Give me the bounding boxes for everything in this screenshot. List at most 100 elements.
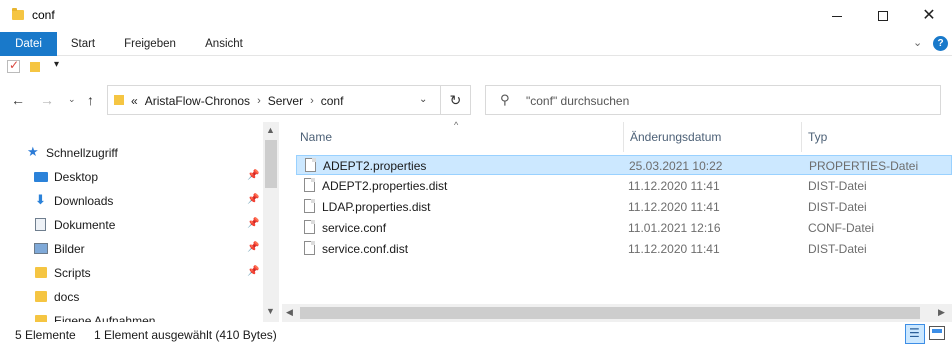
column-header-type[interactable]: Typ xyxy=(802,122,952,152)
sidebar-item-label: Dokumente xyxy=(54,218,116,232)
minimize-icon xyxy=(832,15,842,17)
item-count: 5 Elemente xyxy=(15,328,76,342)
file-type: DIST-Datei xyxy=(808,242,867,256)
details-view-icon[interactable] xyxy=(905,324,925,344)
file-type: DIST-Datei xyxy=(808,200,867,214)
sidebar-item-label: Eigene Aufnahmen xyxy=(54,314,156,322)
file-icon xyxy=(304,178,315,192)
search-placeholder: "conf" durchsuchen xyxy=(526,94,630,108)
documents-icon xyxy=(35,218,46,231)
minimize-button[interactable] xyxy=(814,0,860,32)
search-input[interactable]: ⚲ "conf" durchsuchen xyxy=(485,85,941,115)
file-name: ADEPT2.properties.dist xyxy=(322,179,448,193)
tab-freigeben[interactable]: Freigeben xyxy=(112,32,188,56)
status-bar: 5 Elemente 1 Element ausgewählt (410 Byt… xyxy=(0,322,952,347)
file-icon xyxy=(304,220,315,234)
column-header-name[interactable]: Name xyxy=(294,122,624,152)
file-list-scrollbar[interactable]: ◀ ▶ xyxy=(282,304,952,322)
maximize-button[interactable] xyxy=(860,0,906,32)
file-icon xyxy=(304,199,315,213)
scrollbar-thumb[interactable] xyxy=(300,307,920,319)
sidebar-item-dokumente[interactable]: Dokumente 📌 xyxy=(0,214,262,236)
breadcrumb-overflow[interactable]: « xyxy=(131,94,138,108)
folder-icon xyxy=(114,95,124,105)
recent-locations-icon[interactable]: ⌄ xyxy=(68,94,76,105)
pin-icon[interactable]: 📌 xyxy=(247,194,259,205)
table-row[interactable]: LDAP.properties.dist 11.12.2020 11:41 DI… xyxy=(296,197,952,217)
up-icon[interactable]: ↑ xyxy=(87,92,94,108)
file-date: 11.12.2020 11:41 xyxy=(628,242,720,256)
file-date: 25.03.2021 10:22 xyxy=(629,159,723,173)
properties-icon[interactable] xyxy=(7,58,20,73)
pin-icon[interactable]: 📌 xyxy=(247,218,259,229)
scroll-up-icon[interactable]: ▲ xyxy=(266,125,275,135)
table-row[interactable]: service.conf 11.01.2021 12:16 CONF-Datei xyxy=(296,218,952,238)
large-icons-view-icon[interactable] xyxy=(929,326,945,340)
sidebar-item-label: docs xyxy=(54,290,80,304)
pin-icon[interactable]: 📌 xyxy=(247,242,259,253)
help-icon[interactable]: ? xyxy=(933,36,948,51)
scroll-right-icon[interactable]: ▶ xyxy=(938,307,945,318)
tab-start[interactable]: Start xyxy=(57,32,109,56)
expand-ribbon-icon[interactable]: ⌄ xyxy=(913,36,922,49)
customize-toolbar-icon[interactable]: ▾ xyxy=(54,59,59,70)
sidebar-item-scripts[interactable]: Scripts 📌 xyxy=(0,262,262,284)
column-header-date[interactable]: Änderungsdatum xyxy=(624,122,802,152)
sidebar-item-downloads[interactable]: ⬇ Downloads 📌 xyxy=(0,190,262,212)
refresh-icon: ↻ xyxy=(449,92,462,108)
folder-icon xyxy=(35,267,47,278)
sidebar-item-label: Downloads xyxy=(54,194,114,208)
table-row[interactable]: ADEPT2.properties.dist 11.12.2020 11:41 … xyxy=(296,176,952,196)
sidebar-item-bilder[interactable]: Bilder 📌 xyxy=(0,238,262,260)
tab-ansicht[interactable]: Ansicht xyxy=(192,32,256,56)
star-icon: ★ xyxy=(27,144,39,159)
file-icon xyxy=(304,241,315,255)
table-row[interactable]: service.conf.dist 11.12.2020 11:41 DIST-… xyxy=(296,239,952,259)
back-icon[interactable]: ← xyxy=(11,92,25,108)
tab-datei[interactable]: Datei xyxy=(0,32,57,56)
file-name: ADEPT2.properties xyxy=(323,159,427,173)
chevron-right-icon[interactable]: › xyxy=(310,95,314,107)
selection-info: 1 Element ausgewählt (410 Bytes) xyxy=(94,328,277,342)
breadcrumb-item[interactable]: AristaFlow-Chronos xyxy=(145,94,250,108)
address-row: ← → ⌄ ↑ « AristaFlow-Chronos › Server › … xyxy=(0,78,952,122)
sidebar-item-label: Desktop xyxy=(54,170,99,184)
table-row[interactable]: ADEPT2.properties 25.03.2021 10:22 PROPE… xyxy=(296,155,952,175)
title-bar: conf ✕ xyxy=(0,0,952,32)
sidebar-item-docs[interactable]: docs xyxy=(0,286,262,308)
scroll-down-icon[interactable]: ▼ xyxy=(266,306,275,316)
chevron-down-icon[interactable]: ⌄ xyxy=(419,94,427,105)
desktop-icon xyxy=(34,172,48,182)
maximize-icon xyxy=(878,11,888,21)
pin-icon[interactable]: 📌 xyxy=(247,170,259,181)
close-button[interactable]: ✕ xyxy=(906,0,952,32)
folder-icon xyxy=(35,315,47,322)
file-type: CONF-Datei xyxy=(808,221,875,235)
breadcrumb-item[interactable]: Server xyxy=(268,94,303,108)
pictures-icon xyxy=(34,243,48,254)
scrollbar-thumb[interactable] xyxy=(265,140,277,188)
folder-icon xyxy=(12,8,24,20)
address-bar[interactable]: « AristaFlow-Chronos › Server › conf ⌄ xyxy=(107,85,441,115)
search-icon: ⚲ xyxy=(500,92,510,107)
quick-access-toolbar: ▾ xyxy=(0,56,952,78)
forward-icon[interactable]: → xyxy=(40,92,54,108)
file-date: 11.12.2020 11:41 xyxy=(628,179,720,193)
pin-icon[interactable]: 📌 xyxy=(247,266,259,277)
sidebar-item-schnellzugriff[interactable]: ★ Schnellzugriff xyxy=(0,142,262,164)
close-icon: ✕ xyxy=(922,7,936,24)
scroll-left-icon[interactable]: ◀ xyxy=(286,307,293,318)
file-type: DIST-Datei xyxy=(808,179,867,193)
refresh-button[interactable]: ↻ xyxy=(441,85,471,115)
breadcrumb-item[interactable]: conf xyxy=(321,94,344,108)
download-icon: ⬇ xyxy=(35,192,46,207)
sidebar-item-desktop[interactable]: Desktop 📌 xyxy=(0,166,262,188)
new-folder-icon[interactable] xyxy=(30,62,40,72)
breadcrumb: « AristaFlow-Chronos › Server › conf xyxy=(131,94,343,108)
folder-icon xyxy=(35,291,47,302)
sidebar-item-eigene-aufnahmen[interactable]: Eigene Aufnahmen xyxy=(0,310,262,322)
sidebar-scrollbar[interactable]: ▲ ▼ xyxy=(263,122,279,322)
chevron-right-icon[interactable]: › xyxy=(257,95,261,107)
file-name: LDAP.properties.dist xyxy=(322,200,431,214)
window-title: conf xyxy=(32,8,55,22)
